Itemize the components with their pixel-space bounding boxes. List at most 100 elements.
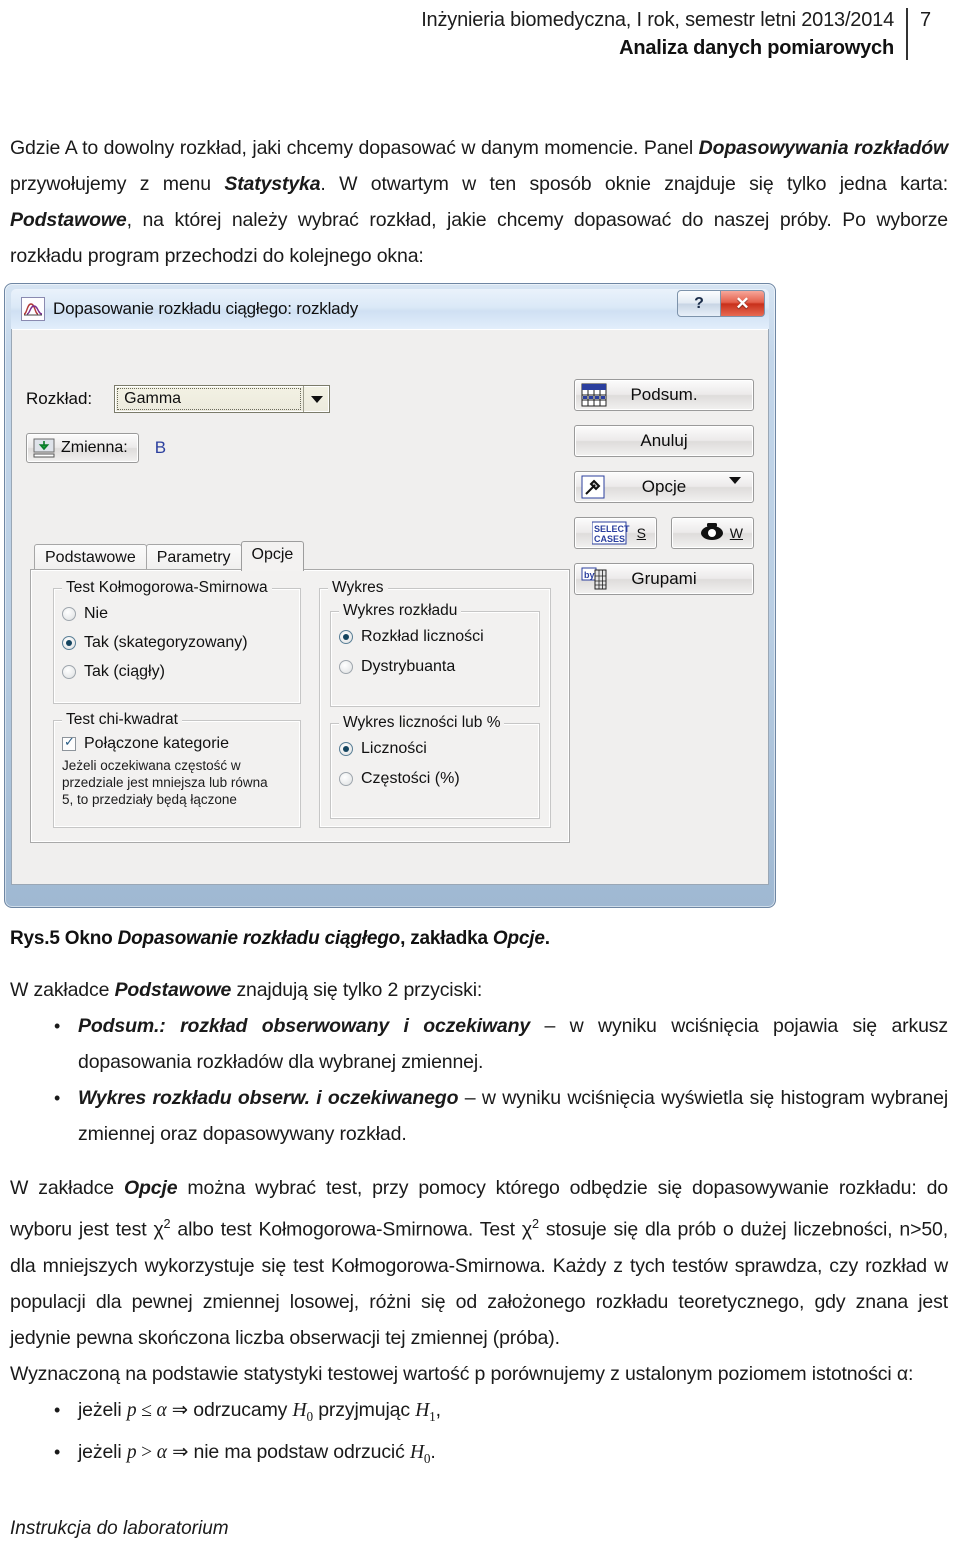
hypothesis-list: jeżeli p ≤ α ⇒ odrzucamy H0 przyjmując H…	[10, 1392, 948, 1478]
dialog-screenshot-figure: Dopasowanie rozkładu ciągłego: rozklady …	[4, 283, 776, 908]
button-description-list: Podsum.: rozkład obserwowany i oczekiwan…	[10, 1008, 948, 1152]
list-item: jeżeli p ≤ α ⇒ odrzucamy H0 przyjmując H…	[10, 1392, 948, 1435]
anuluj-button[interactable]: Anuluj	[574, 425, 754, 457]
checkbox-icon-checked	[62, 735, 76, 751]
opcje-button-label: Opcje	[641, 477, 687, 496]
m1-h1: H	[415, 1399, 430, 1421]
m1-alpha: α	[156, 1399, 167, 1421]
radio-icon-selected	[339, 630, 353, 644]
group-chi2-test: Test chi-kwadrat Połączone kategorie Jeż…	[53, 711, 301, 828]
p3-b1: Opcje	[123, 1177, 178, 1199]
group-ks-test-title: Test Kołmogorowa-Smirnowa	[62, 579, 272, 597]
small-button-row: SELECT CASES S W	[574, 517, 754, 549]
radio-czestosci[interactable]: Częstości (%)	[339, 770, 539, 788]
distribution-row: Rozkład: Gamma	[26, 385, 331, 413]
paragraph-p-value: Wyznaczoną na podstawie statystyki testo…	[10, 1362, 914, 1385]
help-button[interactable]: ?	[677, 290, 721, 317]
radio-ks-skategoryzowany-label: Tak (skategoryzowany)	[84, 634, 248, 651]
caption-t2: , zakładka	[400, 928, 493, 949]
select-cases-mnemonic: S	[636, 525, 646, 541]
close-icon[interactable]: ✕	[721, 290, 765, 317]
grupami-button[interactable]: by Grupami	[574, 563, 754, 595]
group-wykres-licznosci: Wykres liczności lub % Liczności Częstoś…	[330, 714, 540, 819]
caption-i1: Dopasowanie rozkładu ciągłego	[117, 928, 401, 949]
chevron-down-icon[interactable]	[303, 386, 329, 412]
m1-pre: jeżeli	[78, 1398, 127, 1421]
distribution-select[interactable]: Gamma	[114, 385, 331, 413]
summary-grid-icon	[581, 383, 607, 407]
radio-dystrybuanta[interactable]: Dystrybuanta	[339, 658, 539, 676]
radio-rozklad-licznosci[interactable]: Rozkład liczności	[339, 628, 539, 646]
caption-i2: Opcje	[492, 928, 545, 949]
dialog-tabstrip: Podstawowe Parametry Opcje	[34, 541, 305, 572]
print-mnemonic: W	[729, 525, 743, 541]
m2-rel: >	[136, 1442, 157, 1464]
radio-licznosci-label: Liczności	[361, 740, 427, 757]
p1-b2: Statystyka	[224, 173, 321, 195]
select-cases-button[interactable]: SELECT CASES S	[574, 517, 657, 549]
tab-podstawowe[interactable]: Podstawowe	[34, 544, 147, 572]
list-item: jeżeli p > α ⇒ nie ma podstaw odrzucić H…	[10, 1434, 948, 1477]
radio-ks-skategoryzowany[interactable]: Tak (skategoryzowany)	[62, 634, 300, 652]
opcje-button[interactable]: Opcje	[574, 471, 754, 503]
radio-icon-selected	[62, 636, 76, 650]
header-divider	[906, 8, 908, 60]
bullet-wykres-bold: Wykres rozkładu obserw. i oczekiwanego	[78, 1087, 459, 1109]
podsum-button-label: Podsum.	[630, 385, 698, 404]
variable-row: Zmienna: B	[26, 433, 166, 463]
p2-t2: znajdują się tylko 2 przyciski:	[231, 979, 483, 1001]
anuluj-button-label: Anuluj	[640, 431, 688, 450]
m1-rel: ≤	[136, 1399, 157, 1421]
dialog-window-buttons: ? ✕	[677, 290, 765, 317]
p2-t1: W zakładce	[10, 979, 115, 1001]
group-wykres-licznosci-title: Wykres liczności lub %	[339, 714, 505, 732]
m1-h0: H	[292, 1399, 307, 1421]
p1-t4: , na której należy wybrać rozkład, jakie…	[10, 209, 948, 267]
p3-t3: albo test Kołmogorowa-Smirnowa. Test χ	[170, 1218, 532, 1241]
p1-t3: . W otwartym w ten sposób oknie znajduje…	[320, 173, 948, 195]
distribution-curve-icon	[21, 297, 45, 321]
dialog-window: Dopasowanie rozkładu ciągłego: rozklady …	[4, 283, 776, 908]
intro-text-block: Gdzie A to dowolny rozkład, jaki chcemy …	[10, 130, 948, 274]
podsum-button[interactable]: Podsum.	[574, 379, 754, 411]
p1-t2: przywołujemy z menu	[10, 173, 225, 195]
m2-mid: ⇒ nie ma podstaw odrzucić	[166, 1441, 410, 1464]
variable-picker-icon	[33, 438, 55, 458]
group-ks-test: Test Kołmogorowa-Smirnowa Nie Tak (skate…	[53, 579, 301, 704]
dialog-titlebar[interactable]: Dopasowanie rozkładu ciągłego: rozklady …	[11, 289, 769, 329]
p2-b1: Podstawowe	[114, 979, 232, 1001]
paragraph-intro: Gdzie A to dowolny rozkład, jaki chcemy …	[10, 130, 948, 274]
grupami-button-label: Grupami	[631, 569, 697, 588]
caption-t1: Rys.5 Okno	[10, 928, 118, 949]
checkbox-polaczone-kategorie[interactable]: Połączone kategorie	[62, 735, 300, 753]
radio-ks-nie[interactable]: Nie	[62, 605, 300, 623]
checkbox-polaczone-kategorie-label: Połączone kategorie	[84, 735, 229, 752]
tab-parametry[interactable]: Parametry	[145, 544, 242, 572]
p1-t1: Gdzie A to dowolny rozkład, jaki chcemy …	[10, 137, 699, 159]
p1-b1: Dopasowywania rozkładów	[698, 137, 949, 159]
dialog-title: Dopasowanie rozkładu ciągłego: rozklady	[53, 299, 358, 318]
print-weight-button[interactable]: W	[671, 517, 754, 549]
tab-opcje[interactable]: Opcje	[240, 541, 305, 571]
variable-button-label: Zmienna:	[61, 439, 128, 456]
m1-mid2: przyjmując	[312, 1398, 416, 1421]
chevron-down-icon[interactable]	[729, 477, 741, 502]
m2-end: .	[430, 1441, 436, 1464]
m2-pre: jeżeli	[78, 1441, 127, 1464]
group-chi2-test-title: Test chi-kwadrat	[62, 711, 182, 729]
caption-t3: .	[544, 928, 550, 949]
radio-icon	[62, 607, 76, 621]
distribution-label: Rozkład:	[26, 389, 93, 408]
radio-dystrybuanta-label: Dystrybuanta	[361, 658, 456, 675]
p3-t1: W zakładce	[10, 1177, 124, 1199]
distribution-selected-value: Gamma	[117, 388, 302, 410]
page-footer: Instrukcja do laboratorium	[10, 1518, 229, 1539]
paragraph-opcje: W zakładce Opcje można wybrać test, przy…	[10, 1170, 948, 1356]
p3-sup2: 2	[531, 1217, 539, 1231]
page-header: Inżynieria biomedyczna, I rok, semestr l…	[0, 0, 960, 66]
radio-licznosci[interactable]: Liczności	[339, 740, 539, 758]
radio-rozklad-licznosci-label: Rozkład liczności	[361, 628, 484, 645]
radio-ks-ciagly[interactable]: Tak (ciągły)	[62, 663, 300, 681]
variable-select-button[interactable]: Zmienna:	[26, 433, 139, 463]
radio-ks-ciagly-label: Tak (ciągły)	[84, 663, 165, 680]
